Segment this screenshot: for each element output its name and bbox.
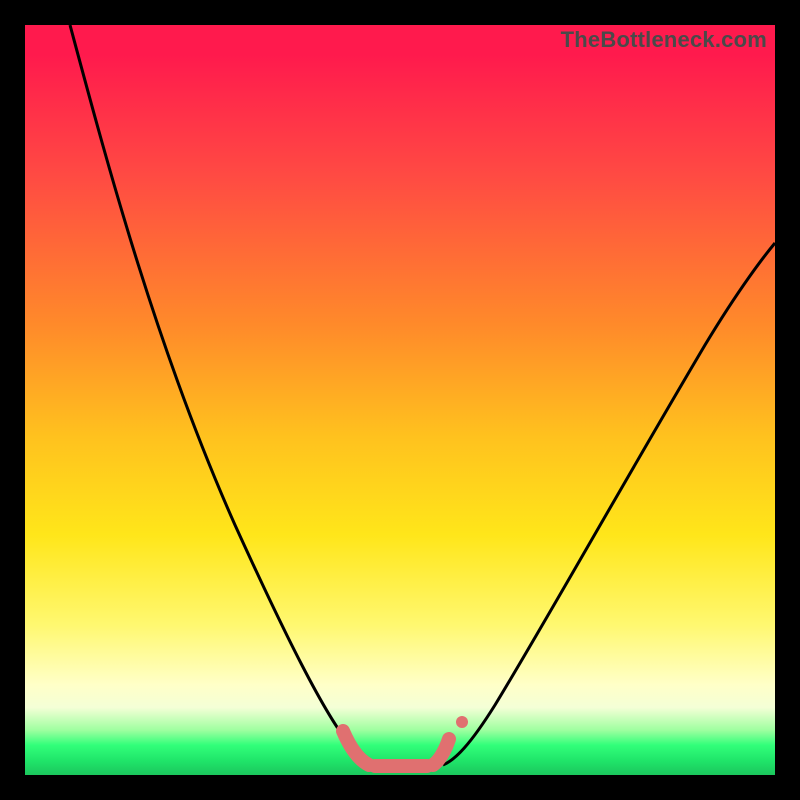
valley-marker: [343, 716, 468, 766]
watermark-text: TheBottleneck.com: [561, 27, 767, 53]
right-curve: [443, 243, 775, 765]
plot-area: TheBottleneck.com: [25, 25, 775, 775]
chart-frame: TheBottleneck.com: [0, 0, 800, 800]
left-curve: [70, 25, 377, 765]
curve-layer: [25, 25, 775, 775]
